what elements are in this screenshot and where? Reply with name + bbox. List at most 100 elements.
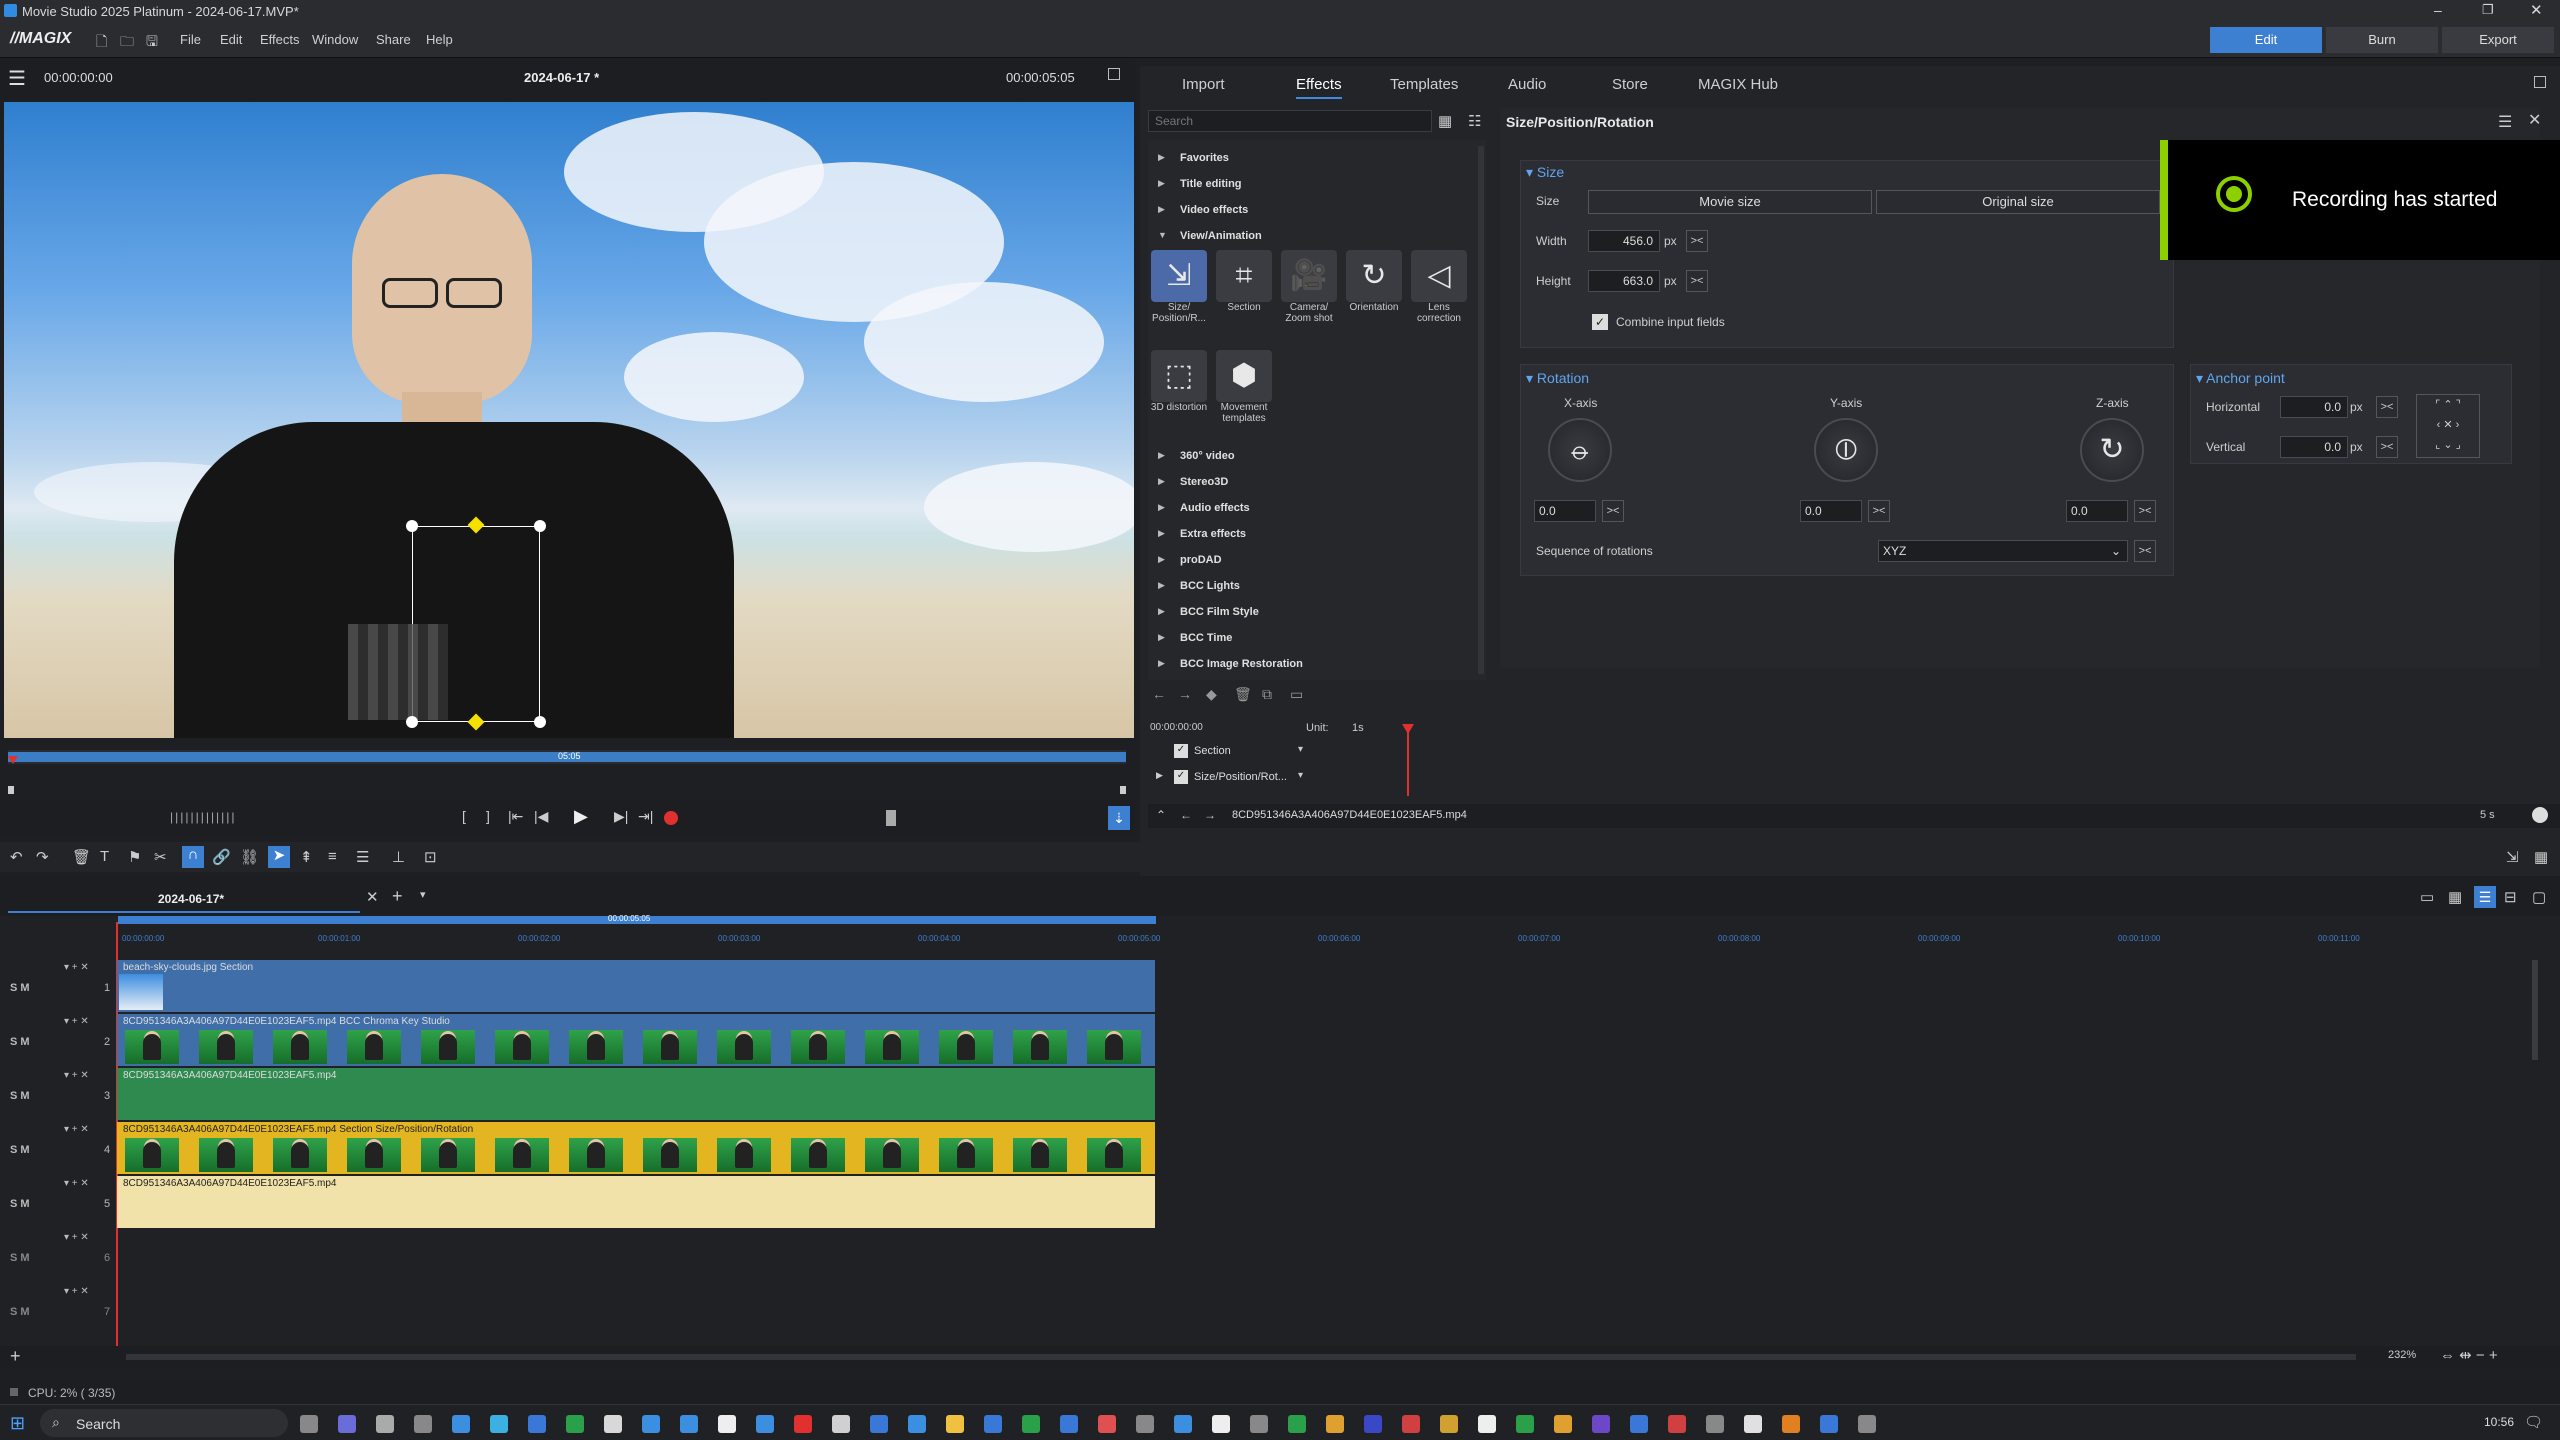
list-view-icon[interactable]: ☷ bbox=[1468, 112, 1481, 130]
link-icon[interactable]: 🔗 bbox=[212, 848, 231, 866]
category-bcc-lights[interactable]: BCC Lights bbox=[1180, 580, 1240, 592]
taskbar-app-icon[interactable] bbox=[1364, 1415, 1382, 1433]
undo-icon[interactable]: ↶ bbox=[10, 848, 23, 866]
anchor-grid[interactable]: ⌜ ⌃ ⌝ ‹ ✕ › ⌞ ⌄ ⌟ bbox=[2416, 394, 2480, 458]
chevron-right-icon[interactable]: ▶ bbox=[1158, 580, 1165, 591]
video-preview[interactable] bbox=[4, 102, 1134, 738]
add-track-icon[interactable]: + bbox=[10, 1346, 21, 1367]
panel-menu-icon[interactable]: ☰ bbox=[2498, 112, 2512, 132]
close-panel-icon[interactable]: ✕ bbox=[2528, 110, 2541, 130]
effect-3d-distortion[interactable]: ⬚ 3D distortion bbox=[1148, 350, 1210, 446]
taskbar-app-icon[interactable] bbox=[832, 1415, 850, 1433]
next-icon[interactable]: ▶| bbox=[614, 808, 628, 825]
out-marker[interactable] bbox=[1120, 786, 1126, 794]
track-controls-icon[interactable]: ▾ + ✕ bbox=[64, 1016, 89, 1027]
taskbar-app-icon[interactable] bbox=[452, 1415, 470, 1433]
stack-icon[interactable]: ≡ bbox=[328, 848, 337, 865]
menu-edit[interactable]: Edit bbox=[220, 32, 242, 47]
minimize-icon[interactable]: – bbox=[2434, 2, 2442, 18]
track-controls-icon[interactable]: ▾ + ✕ bbox=[64, 1070, 89, 1081]
time-ruler[interactable]: 00:00:00:00 00:00:01:00 00:00:02:00 00:0… bbox=[118, 926, 2538, 960]
set-out-icon[interactable]: ] bbox=[486, 808, 490, 824]
chevron-down-icon[interactable]: ▼ bbox=[1158, 230, 1167, 240]
resize-handle-br[interactable] bbox=[534, 716, 546, 728]
movie-size-button[interactable]: Movie size bbox=[1588, 190, 1872, 214]
chevron-right-icon[interactable]: ▶ bbox=[1158, 554, 1165, 565]
mode-edit-button[interactable]: Edit bbox=[2210, 27, 2322, 53]
redo-icon[interactable]: ↷ bbox=[36, 848, 49, 866]
x-axis-field[interactable]: 0.0 bbox=[1534, 500, 1596, 522]
taskbar-app-icon[interactable] bbox=[1174, 1415, 1192, 1433]
effect-orientation[interactable]: ↻ Orientation bbox=[1343, 250, 1405, 346]
ripple-icon[interactable]: ⇞ bbox=[300, 848, 313, 866]
record-icon[interactable] bbox=[664, 811, 678, 825]
goto-start-icon[interactable]: |⇤ bbox=[508, 808, 523, 825]
chevron-right-icon[interactable]: ▶ bbox=[1158, 632, 1165, 643]
play-range-bar[interactable]: 00:00:05:05 bbox=[118, 914, 1156, 924]
restore-icon[interactable]: ❐ bbox=[2482, 2, 2494, 18]
taskbar-app-icon[interactable] bbox=[1858, 1415, 1876, 1433]
chevron-right-icon[interactable]: ▶ bbox=[1158, 450, 1165, 461]
category-360-video[interactable]: 360° video bbox=[1180, 450, 1235, 462]
keyframe-zoom[interactable]: 5 s bbox=[2480, 809, 2495, 821]
delete-icon[interactable]: 🗑 bbox=[72, 848, 91, 866]
resize-handle-bl[interactable] bbox=[406, 716, 418, 728]
taskbar-app-icon[interactable] bbox=[376, 1415, 394, 1433]
redo-keyframe-icon[interactable]: → bbox=[1178, 686, 1192, 702]
y-axis-knob[interactable]: ⦶ bbox=[1814, 418, 1878, 482]
z-axis-field[interactable]: 0.0 bbox=[2066, 500, 2128, 522]
category-video-effects[interactable]: Video effects bbox=[1180, 204, 1248, 216]
category-audio-effects[interactable]: Audio effects bbox=[1180, 502, 1250, 514]
fit-icon[interactable]: ⊡ bbox=[424, 848, 437, 866]
close-tab-icon[interactable]: ✕ bbox=[366, 888, 379, 906]
width-field[interactable]: 456.0 bbox=[1588, 230, 1660, 252]
delete-keyframe-icon[interactable]: 🗑 bbox=[1234, 686, 1252, 703]
taskbar-app-icon[interactable] bbox=[1706, 1415, 1724, 1433]
paste-keyframe-icon[interactable]: ▭ bbox=[1290, 686, 1303, 703]
taskbar-app-icon[interactable] bbox=[1630, 1415, 1648, 1433]
add-tab-icon[interactable]: + bbox=[392, 886, 403, 907]
chevron-right-icon[interactable]: ▶ bbox=[1158, 152, 1165, 163]
track-controls-icon[interactable]: ▾ + ✕ bbox=[64, 1286, 89, 1297]
in-marker[interactable] bbox=[8, 786, 14, 794]
tab-effects[interactable]: Effects bbox=[1296, 76, 1342, 99]
clip-track-3[interactable]: 8CD951346A3A406A97D44E0E1023EAF5.mp4 bbox=[117, 1068, 1155, 1120]
taskbar-app-icon[interactable] bbox=[490, 1415, 508, 1433]
grid-view-icon[interactable]: ▦ bbox=[1438, 112, 1452, 130]
clip-track-1[interactable]: beach-sky-clouds.jpg Section bbox=[117, 960, 1155, 1012]
maximize-timeline-icon[interactable]: ▢ bbox=[2532, 888, 2546, 906]
tab-magix-hub[interactable]: MAGIX Hub bbox=[1698, 76, 1778, 93]
preview-playhead[interactable] bbox=[8, 756, 18, 764]
taskbar-app-icon[interactable] bbox=[1250, 1415, 1268, 1433]
timeline-scrollbar-vertical[interactable] bbox=[2532, 960, 2538, 1060]
taskbar-app-icon[interactable] bbox=[642, 1415, 660, 1433]
prev-keyframe-icon[interactable]: ← bbox=[1180, 808, 1192, 822]
taskbar-app-icon[interactable] bbox=[718, 1415, 736, 1433]
category-favorites[interactable]: Favorites bbox=[1180, 152, 1229, 164]
tab-audio[interactable]: Audio bbox=[1508, 76, 1546, 93]
tab-store[interactable]: Store bbox=[1612, 76, 1648, 93]
menu-share[interactable]: Share bbox=[376, 32, 411, 47]
chevron-right-icon[interactable]: ▶ bbox=[1158, 528, 1165, 539]
category-bcc-time[interactable]: BCC Time bbox=[1180, 632, 1232, 644]
combine-checkbox[interactable]: ✓ bbox=[1592, 314, 1608, 330]
taskbar-app-icon[interactable] bbox=[1060, 1415, 1078, 1433]
timeline-scrollbar-horizontal[interactable] bbox=[126, 1354, 2356, 1360]
maximize-preview-icon[interactable] bbox=[1108, 68, 1120, 80]
sequence-keyframe-icon[interactable]: >< bbox=[2134, 540, 2156, 562]
taskbar-app-icon[interactable] bbox=[338, 1415, 356, 1433]
height-keyframe-icon[interactable]: >< bbox=[1686, 270, 1708, 292]
vertical-field[interactable]: 0.0 bbox=[2280, 436, 2348, 458]
size-position-checkbox[interactable]: ✓ bbox=[1174, 770, 1188, 784]
next-keyframe-icon[interactable]: → bbox=[1204, 808, 1216, 822]
width-keyframe-icon[interactable]: >< bbox=[1686, 230, 1708, 252]
add-keyframe-icon[interactable]: ◆ bbox=[1206, 686, 1217, 703]
taskbar-app-icon[interactable] bbox=[1668, 1415, 1686, 1433]
taskbar-app-icon[interactable] bbox=[1326, 1415, 1344, 1433]
anchor-header[interactable]: ▾ Anchor point bbox=[2196, 370, 2285, 387]
play-icon[interactable]: ▶ bbox=[574, 806, 588, 827]
hamburger-menu-icon[interactable]: ☰ bbox=[8, 66, 26, 91]
keyframe-options-icon[interactable] bbox=[2532, 807, 2548, 823]
timeline-tab[interactable]: 2024-06-17* bbox=[158, 892, 224, 906]
collapse-icon[interactable]: ⌃ bbox=[1156, 808, 1166, 822]
